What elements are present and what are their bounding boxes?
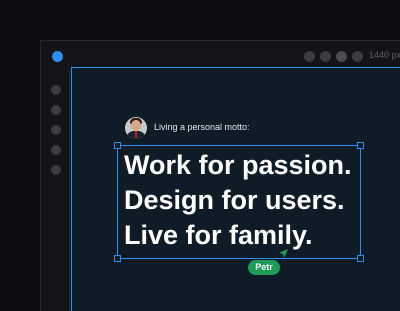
width-readout: 1440 px: [369, 50, 400, 60]
collaborator-cursor-label: Petr: [248, 260, 280, 275]
sidebar-item-3[interactable]: [51, 125, 61, 135]
avatar: [125, 117, 147, 139]
toolbar-control-3[interactable]: [336, 51, 347, 62]
sidebar-item-2[interactable]: [51, 105, 61, 115]
sidebar-item-4[interactable]: [51, 145, 61, 155]
left-sidebar: [41, 71, 70, 311]
brand-dot-icon[interactable]: [52, 51, 63, 62]
app-window: 1440 px Living a personal motto: Work fo…: [40, 40, 400, 311]
toolbar-control-4[interactable]: [352, 51, 363, 62]
toolbar-control-2[interactable]: [320, 51, 331, 62]
resize-handle-top-right[interactable]: [357, 142, 364, 149]
artboard-canvas[interactable]: Living a personal motto: Work for passio…: [71, 67, 400, 311]
resize-handle-bottom-right[interactable]: [357, 255, 364, 262]
resize-handle-top-left[interactable]: [114, 142, 121, 149]
toolbar-control-1[interactable]: [304, 51, 315, 62]
resize-handle-bottom-left[interactable]: [114, 255, 121, 262]
cursor-arrow-icon: [279, 249, 288, 258]
selection-box[interactable]: [114, 142, 364, 262]
motto-label: Living a personal motto:: [154, 122, 250, 132]
sidebar-item-1[interactable]: [51, 85, 61, 95]
sidebar-item-5[interactable]: [51, 165, 61, 175]
